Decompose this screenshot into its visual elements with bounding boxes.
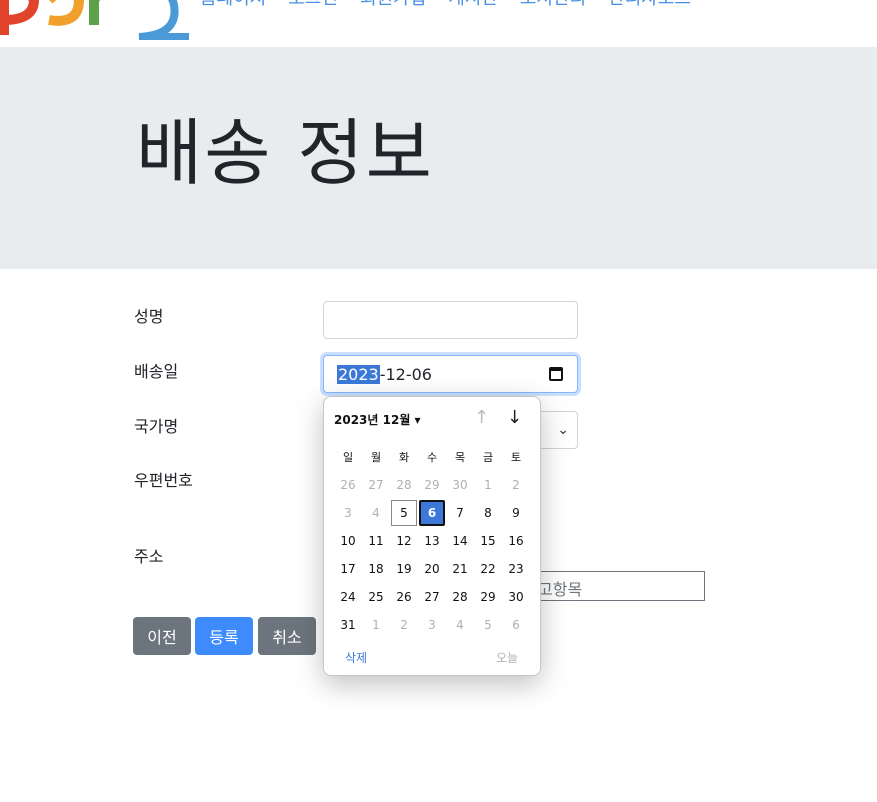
weekday-header: 토 — [510, 451, 522, 464]
today-button[interactable]: 오늘 — [496, 649, 518, 666]
calendar-day[interactable]: 11 — [362, 527, 390, 555]
calendar-day[interactable]: 9 — [502, 499, 530, 527]
calendar-day[interactable]: 31 — [334, 611, 362, 639]
name-input[interactable] — [323, 301, 578, 339]
calendar-day[interactable]: 30 — [502, 583, 530, 611]
page-header: 배송 정보 — [0, 47, 877, 269]
calendar-day[interactable]: 22 — [474, 555, 502, 583]
calendar-day[interactable]: 23 — [502, 555, 530, 583]
date-input[interactable]: 2023 -12-06 — [323, 355, 578, 393]
calendar-day[interactable]: 3 — [334, 499, 362, 527]
calendar-day[interactable]: 2 — [390, 611, 418, 639]
calendar-day[interactable]: 29 — [474, 583, 502, 611]
calendar-day[interactable]: 19 — [390, 555, 418, 583]
calendar-day[interactable]: 6 — [502, 611, 530, 639]
calendar-day[interactable]: 29 — [418, 471, 446, 499]
calendar-day[interactable]: 4 — [362, 499, 390, 527]
date-label: 배송일 — [134, 362, 179, 381]
calendar-day[interactable]: 20 — [418, 555, 446, 583]
calendar-day[interactable]: 26 — [390, 583, 418, 611]
calendar-day[interactable]: 10 — [334, 527, 362, 555]
calendar-grid: 일 월 화 수 목 금 토 26 27 28 29 30 1 2 3 4 5 6 7 8 9 10 11 12 13 14 15 16… — [334, 443, 530, 639]
chevron-down-icon: ⌄ — [557, 422, 569, 438]
country-label: 국가명 — [134, 417, 179, 436]
zip-label: 우편번호 — [134, 471, 193, 490]
calendar-day[interactable]: 8 — [474, 499, 502, 527]
next-month-arrow-icon[interactable]: ↓ — [507, 407, 522, 428]
date-year-segment[interactable]: 2023 — [337, 364, 380, 384]
address-label: 주소 — [134, 547, 164, 566]
calendar-day[interactable]: 28 — [390, 471, 418, 499]
prev-month-arrow-icon[interactable]: ↑ — [474, 407, 489, 428]
nav-login[interactable]: 로그인 — [288, 0, 338, 10]
calendar-day[interactable]: 13 — [418, 527, 446, 555]
nav-signup[interactable]: 회원가입 — [360, 0, 426, 10]
calendar-day[interactable]: 17 — [334, 555, 362, 583]
date-month-day-segment[interactable]: -12-06 — [380, 365, 432, 384]
navbar: 홈페이지 로그인 회원가입 게시판 도서관리 관리자모드 — [0, 0, 877, 47]
date-picker-popup: 2023년 12월 ▾ ↑ ↓ 일 월 화 수 목 금 토 26 27 28 29 30 1 2 3 4 5 6 7… — [323, 396, 541, 676]
nav-books[interactable]: 도서관리 — [520, 0, 586, 10]
cancel-button[interactable]: 취소 — [258, 617, 316, 655]
month-year-label: 2023년 12월 — [334, 413, 411, 427]
main-nav: 홈페이지 로그인 회원가입 게시판 도서관리 관리자모드 — [200, 0, 691, 10]
calendar-day[interactable]: 1 — [362, 611, 390, 639]
calendar-day[interactable]: 1 — [474, 471, 502, 499]
weekday-header: 목 — [454, 451, 466, 464]
calendar-day[interactable]: 28 — [446, 583, 474, 611]
clear-date-button[interactable]: 삭제 — [345, 649, 367, 666]
address-detail-text: 고항목 — [538, 580, 583, 599]
nav-admin[interactable]: 관리자모드 — [608, 0, 691, 10]
calendar-day[interactable]: 4 — [446, 611, 474, 639]
calendar-day[interactable]: 24 — [334, 583, 362, 611]
submit-button[interactable]: 등록 — [195, 617, 253, 655]
calendar-day[interactable]: 27 — [418, 583, 446, 611]
calendar-day[interactable]: 12 — [390, 527, 418, 555]
calendar-day[interactable]: 16 — [502, 527, 530, 555]
calendar-day[interactable]: 30 — [446, 471, 474, 499]
name-label: 성명 — [134, 307, 164, 326]
calendar-day[interactable]: 21 — [446, 555, 474, 583]
calendar-day[interactable]: 5 — [474, 611, 502, 639]
nav-board[interactable]: 게시판 — [448, 0, 498, 10]
weekday-header: 월 — [370, 451, 382, 464]
weekday-header: 일 — [342, 451, 354, 464]
calendar-day[interactable]: 2 — [502, 471, 530, 499]
calendar-day[interactable]: 25 — [362, 583, 390, 611]
weekday-header: 금 — [482, 451, 494, 464]
calendar-day[interactable]: 26 — [334, 471, 362, 499]
page-title: 배송 정보 — [136, 111, 434, 195]
calendar-day[interactable]: 18 — [362, 555, 390, 583]
month-year-selector[interactable]: 2023년 12월 ▾ — [334, 411, 421, 428]
nav-home[interactable]: 홈페이지 — [200, 0, 266, 10]
calendar-day[interactable]: 14 — [446, 527, 474, 555]
calendar-day[interactable]: 3 — [418, 611, 446, 639]
calendar-day[interactable]: 15 — [474, 527, 502, 555]
calendar-day[interactable]: 6 — [419, 500, 445, 526]
calendar-day[interactable]: 5 — [391, 500, 417, 526]
site-logo — [0, 0, 189, 40]
weekday-header: 화 — [398, 451, 410, 464]
calendar-day[interactable]: 7 — [446, 499, 474, 527]
calendar-day[interactable]: 27 — [362, 471, 390, 499]
calendar-icon[interactable] — [549, 367, 563, 381]
prev-button[interactable]: 이전 — [133, 617, 191, 655]
weekday-header: 수 — [426, 451, 438, 464]
